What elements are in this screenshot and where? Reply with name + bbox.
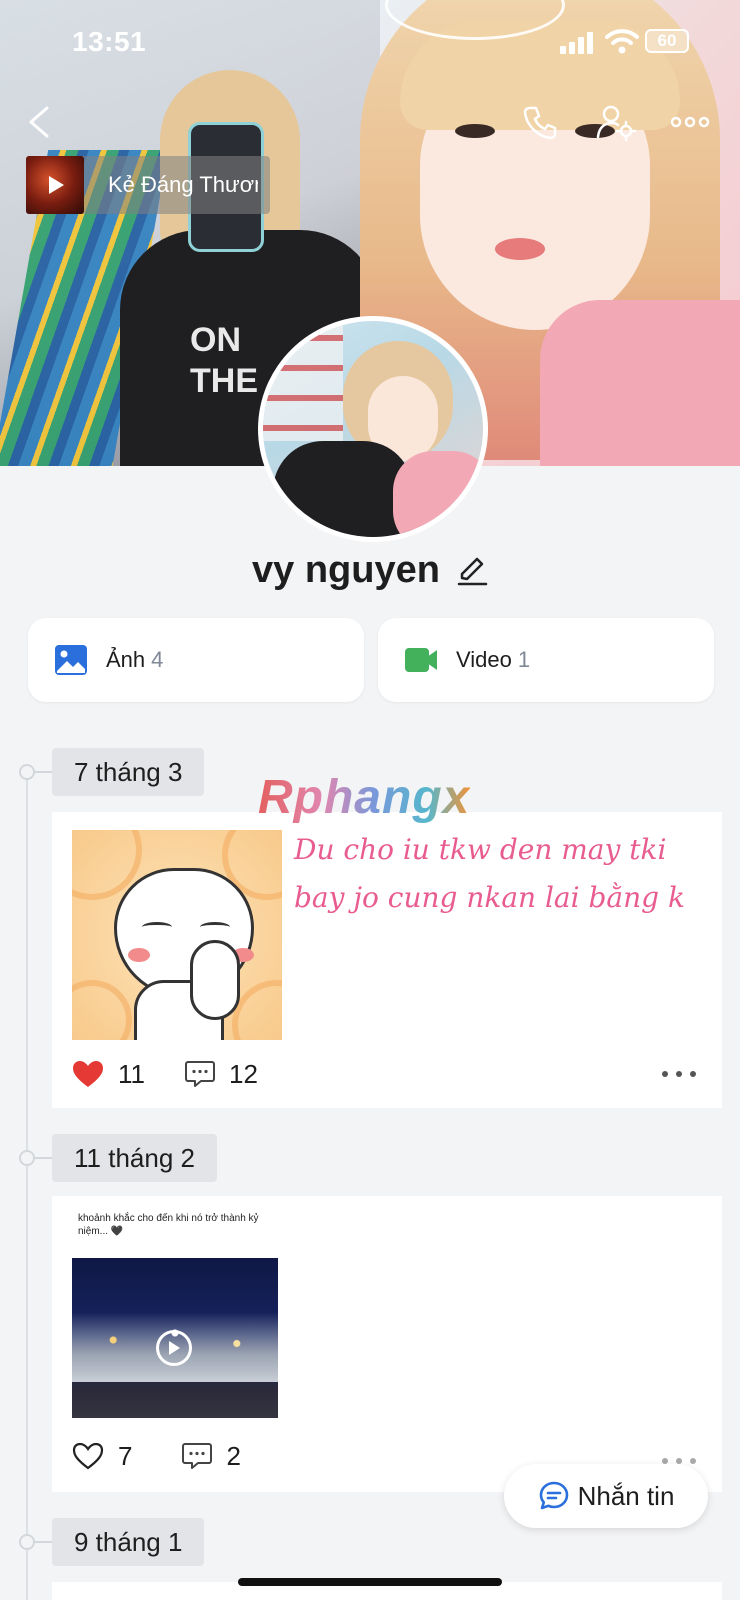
- timeline-connector: [35, 771, 53, 773]
- video-play-icon[interactable]: [156, 1330, 192, 1366]
- video-camera-icon: [405, 648, 437, 672]
- comment-icon: [182, 1443, 213, 1469]
- phone-icon: [523, 106, 557, 140]
- comment-count: 12: [229, 1058, 258, 1089]
- videos-count: 1: [517, 647, 531, 672]
- like-count: 7: [118, 1440, 133, 1471]
- post-video-thumbnail[interactable]: khoảnh khắc cho đến khi nó trở thành kỷ …: [72, 1212, 278, 1418]
- watermark: Rphangx: [258, 771, 471, 824]
- video-caption: khoảnh khắc cho đến khi nó trở thành kỷ …: [78, 1213, 259, 1237]
- like-button[interactable]: 11: [72, 1059, 145, 1090]
- timeline-connector: [35, 1541, 53, 1543]
- comment-icon: [185, 1061, 215, 1087]
- heart-filled-icon: [73, 1061, 103, 1087]
- cover-shirt-print: ON THE: [190, 321, 258, 400]
- photos-button[interactable]: Ảnh 4: [28, 618, 364, 702]
- timeline-dot: [19, 764, 35, 780]
- message-button[interactable]: Nhắn tin: [504, 1464, 708, 1528]
- profile-name: vy nguyen: [252, 548, 440, 591]
- music-title: Kẻ Đáng Thương: [108, 172, 258, 197]
- profile-name-row: vy nguyen: [0, 540, 740, 600]
- message-button-label: Nhắn tin: [577, 1480, 675, 1511]
- edit-pencil-icon[interactable]: [456, 554, 488, 586]
- post-card[interactable]: Du cho iu tkw den may tki bay jo cung nk…: [52, 812, 722, 1108]
- videos-button[interactable]: Video 1: [378, 618, 714, 702]
- play-icon: [49, 176, 64, 194]
- photos-label: Ảnh: [106, 647, 146, 672]
- more-horizontal-icon: [670, 116, 710, 128]
- profile-music-chip[interactable]: Kẻ Đáng Thương: [26, 156, 270, 214]
- timeline-line: [26, 770, 28, 1600]
- status-bar: 13:51 60: [0, 0, 740, 84]
- like-button[interactable]: 7: [72, 1441, 132, 1472]
- profile-settings-button[interactable]: [594, 100, 638, 144]
- chevron-left-icon: [29, 106, 49, 138]
- more-options-button[interactable]: [668, 100, 712, 144]
- post-text: Du cho iu tkw den may tki bay jo cung nk…: [294, 833, 685, 914]
- comment-button[interactable]: 2: [182, 1440, 241, 1472]
- post-sticker-image[interactable]: [72, 830, 282, 1040]
- post-card[interactable]: khoảnh khắc cho đến khi nó trở thành kỷ …: [52, 1196, 722, 1492]
- status-time: 13:51: [72, 26, 147, 57]
- cover-eye-left: [455, 124, 495, 138]
- music-album-art: [26, 156, 84, 214]
- videos-label: Video: [456, 647, 512, 672]
- chat-bubble-icon: [539, 1481, 568, 1510]
- wifi-icon: [605, 29, 639, 54]
- photos-count: 4: [151, 647, 164, 672]
- post-date-chip: 7 tháng 3: [52, 748, 205, 796]
- comment-count: 2: [226, 1440, 241, 1471]
- profile-avatar[interactable]: [258, 316, 488, 542]
- post-stats: 11 12: [72, 1054, 258, 1094]
- timeline-connector: [35, 1157, 53, 1159]
- home-indicator: [238, 1578, 502, 1586]
- post-more-button[interactable]: [662, 1069, 696, 1079]
- avatar-pink-sleeve: [393, 451, 483, 537]
- timeline-dot: [19, 1150, 35, 1166]
- heart-outline-icon: [72, 1442, 104, 1470]
- post-date-chip: 9 tháng 1: [52, 1518, 205, 1566]
- avatar-shirt: [273, 441, 413, 537]
- call-button[interactable]: [518, 100, 562, 144]
- post-stats: 7 2: [72, 1436, 241, 1476]
- battery-level: 60: [657, 31, 677, 50]
- like-count: 11: [118, 1058, 145, 1089]
- cover-lips: [495, 238, 545, 260]
- user-settings-icon: [596, 105, 636, 141]
- back-button[interactable]: [16, 100, 60, 144]
- battery-icon: 60: [645, 29, 689, 53]
- cover-sweater: [540, 300, 740, 466]
- photo-icon: [55, 645, 87, 675]
- avatar-background-shelf: [263, 321, 343, 441]
- timeline-dot: [19, 1534, 35, 1550]
- comment-button[interactable]: 12: [185, 1059, 258, 1090]
- signal-icon: [560, 32, 596, 54]
- post-date-chip: 11 tháng 2: [52, 1134, 217, 1182]
